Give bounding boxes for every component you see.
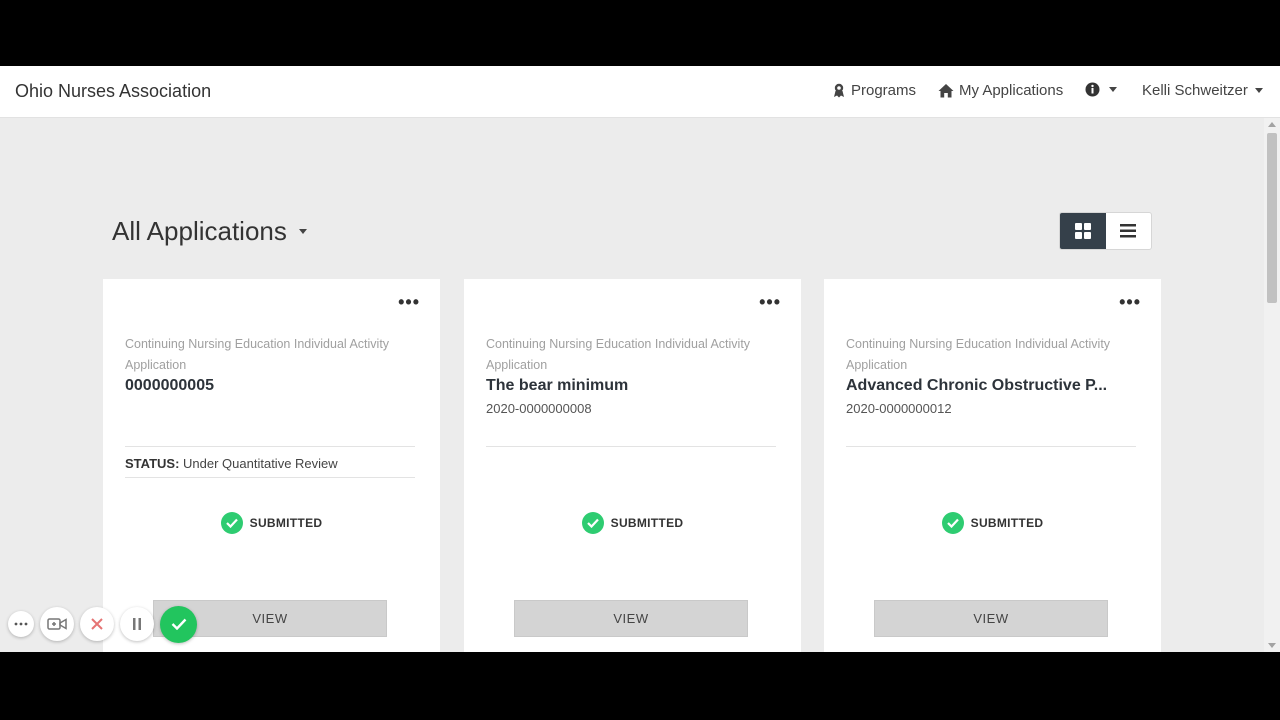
application-type: Continuing Nursing Education Individual …	[125, 337, 390, 372]
more-options-icon[interactable]: •••	[1119, 293, 1141, 311]
submitted-badge: SUBMITTED	[103, 512, 440, 534]
application-id: 2020-0000000012	[846, 401, 952, 416]
application-type: Continuing Nursing Education Individual …	[486, 337, 751, 372]
nav-programs-label: Programs	[851, 82, 917, 99]
view-button[interactable]: VIEW	[514, 600, 748, 637]
card-divider	[846, 446, 1136, 447]
application-name: Advanced Chronic Obstructive P...	[846, 377, 1108, 394]
checkmark-icon	[171, 618, 186, 630]
badge-label: SUBMITTED	[249, 516, 323, 530]
close-icon	[91, 618, 103, 630]
scroll-thumb[interactable]	[1267, 133, 1277, 303]
user-menu[interactable]: Kelli Schweitzer	[1142, 82, 1263, 99]
pause-icon	[133, 618, 141, 630]
chevron-down-icon	[298, 229, 307, 234]
application-card: ••• Continuing Nursing Education Individ…	[824, 279, 1161, 652]
recorder-finish-button[interactable]	[160, 605, 197, 643]
check-circle-icon	[220, 512, 243, 534]
application-type: Continuing Nursing Education Individual …	[846, 337, 1111, 372]
recorder-camera-button[interactable]	[40, 607, 74, 641]
grid-icon	[1074, 223, 1091, 239]
chevron-down-icon	[1254, 88, 1263, 93]
info-dropdown[interactable]	[1085, 82, 1117, 97]
video-camera-icon	[47, 618, 67, 630]
video-letterbox-top	[0, 0, 1280, 66]
list-view-button[interactable]	[1106, 213, 1152, 249]
check-circle-icon	[941, 512, 964, 534]
nav-my-applications-label: My Applications	[959, 82, 1064, 99]
award-icon	[834, 83, 844, 98]
status-value: Under Quantitative Review	[183, 456, 338, 471]
application-name: The bear minimum	[486, 377, 629, 394]
recorder-pause-button[interactable]	[120, 607, 154, 641]
more-options-icon	[14, 622, 28, 626]
info-icon	[1085, 82, 1100, 97]
recorder-more-button[interactable]	[8, 611, 34, 637]
application-id: 2020-0000000008	[486, 401, 592, 416]
home-icon	[938, 84, 954, 98]
badge-label: SUBMITTED	[610, 516, 684, 530]
grid-view-button[interactable]	[1060, 213, 1106, 249]
user-name: Kelli Schweitzer	[1142, 82, 1248, 99]
view-button[interactable]: VIEW	[874, 600, 1108, 637]
submitted-badge: SUBMITTED	[464, 512, 801, 534]
nav-my-applications[interactable]: My Applications	[938, 82, 1063, 99]
applications-filter-dropdown[interactable]: All Applications	[112, 216, 307, 247]
brand-name[interactable]: Ohio Nurses Association	[15, 81, 211, 102]
recorder-cancel-button[interactable]	[80, 607, 114, 641]
video-letterbox-bottom	[0, 652, 1280, 720]
page-title: All Applications	[112, 216, 287, 246]
application-card: ••• Continuing Nursing Education Individ…	[103, 279, 440, 652]
application-name: 0000000005	[125, 377, 214, 394]
recorder-toolbar	[8, 605, 197, 643]
more-options-icon[interactable]: •••	[759, 293, 781, 311]
list-icon	[1120, 224, 1137, 238]
chevron-down-icon	[1109, 87, 1117, 92]
badge-label: SUBMITTED	[970, 516, 1044, 530]
more-options-icon[interactable]: •••	[398, 293, 420, 311]
card-divider	[486, 446, 776, 447]
view-toggle	[1059, 212, 1152, 250]
submitted-badge: SUBMITTED	[824, 512, 1161, 534]
status-label: STATUS:	[125, 456, 180, 471]
app-window: Ohio Nurses Association Programs My Appl…	[0, 66, 1280, 652]
application-card: ••• Continuing Nursing Education Individ…	[464, 279, 801, 652]
top-navbar: Ohio Nurses Association Programs My Appl…	[0, 66, 1280, 118]
nav-programs[interactable]: Programs	[832, 82, 916, 99]
status-row: STATUS: Under Quantitative Review	[125, 447, 415, 478]
scroll-up-arrow-icon[interactable]	[1268, 122, 1276, 127]
page-scrollbar[interactable]	[1264, 118, 1280, 652]
scroll-down-arrow-icon[interactable]	[1268, 643, 1276, 648]
check-circle-icon	[581, 512, 604, 534]
